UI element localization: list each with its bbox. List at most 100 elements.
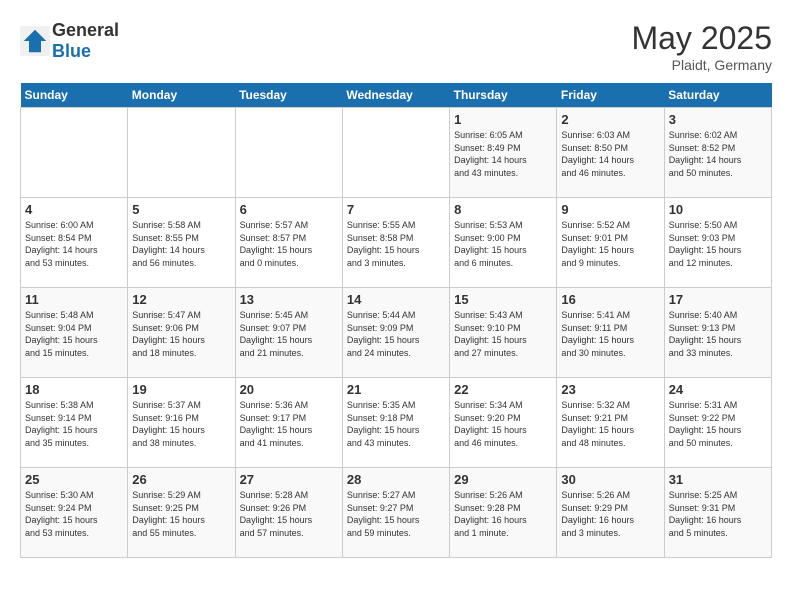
logo: General Blue (20, 20, 119, 62)
day-number: 7 (347, 202, 445, 217)
logo-icon (20, 26, 50, 56)
calendar-cell: 6 Sunrise: 5:57 AM Sunset: 8:57 PM Daylig… (235, 198, 342, 288)
calendar-cell: 24 Sunrise: 5:31 AM Sunset: 9:22 PM Dayli… (664, 378, 771, 468)
day-number: 25 (25, 472, 123, 487)
calendar-cell: 10 Sunrise: 5:50 AM Sunset: 9:03 PM Dayli… (664, 198, 771, 288)
calendar-table: SundayMondayTuesdayWednesdayThursdayFrid… (20, 83, 772, 558)
day-info: Sunrise: 5:26 AM Sunset: 9:28 PM Dayligh… (454, 489, 552, 539)
calendar-cell: 7 Sunrise: 5:55 AM Sunset: 8:58 PM Daylig… (342, 198, 449, 288)
day-header-saturday: Saturday (664, 83, 771, 108)
day-info: Sunrise: 5:45 AM Sunset: 9:07 PM Dayligh… (240, 309, 338, 359)
calendar-header-row: SundayMondayTuesdayWednesdayThursdayFrid… (21, 83, 772, 108)
day-info: Sunrise: 5:57 AM Sunset: 8:57 PM Dayligh… (240, 219, 338, 269)
day-info: Sunrise: 6:03 AM Sunset: 8:50 PM Dayligh… (561, 129, 659, 179)
calendar-cell: 21 Sunrise: 5:35 AM Sunset: 9:18 PM Dayli… (342, 378, 449, 468)
day-number: 8 (454, 202, 552, 217)
day-header-monday: Monday (128, 83, 235, 108)
calendar-cell: 12 Sunrise: 5:47 AM Sunset: 9:06 PM Dayli… (128, 288, 235, 378)
calendar-cell: 16Sunrise: 5:41 AM Sunset: 9:11 PM Dayli… (557, 288, 664, 378)
calendar-cell: 1Sunrise: 6:05 AM Sunset: 8:49 PM Daylig… (450, 108, 557, 198)
title-block: May 2025 Plaidt, Germany (631, 20, 772, 73)
day-number: 30 (561, 472, 659, 487)
day-info: Sunrise: 5:47 AM Sunset: 9:06 PM Dayligh… (132, 309, 230, 359)
day-info: Sunrise: 5:52 AM Sunset: 9:01 PM Dayligh… (561, 219, 659, 269)
day-number: 4 (25, 202, 123, 217)
calendar-cell: 20 Sunrise: 5:36 AM Sunset: 9:17 PM Dayli… (235, 378, 342, 468)
day-number: 23 (561, 382, 659, 397)
day-info: Sunrise: 5:32 AM Sunset: 9:21 PM Dayligh… (561, 399, 659, 449)
day-info: Sunrise: 5:50 AM Sunset: 9:03 PM Dayligh… (669, 219, 767, 269)
day-number: 12 (132, 292, 230, 307)
calendar-cell: 28 Sunrise: 5:27 AM Sunset: 9:27 PM Dayli… (342, 468, 449, 558)
calendar-cell: 5Sunrise: 5:58 AM Sunset: 8:55 PM Daylig… (128, 198, 235, 288)
day-info: Sunrise: 5:34 AM Sunset: 9:20 PM Dayligh… (454, 399, 552, 449)
day-number: 27 (240, 472, 338, 487)
calendar-cell: 15Sunrise: 5:43 AM Sunset: 9:10 PM Dayli… (450, 288, 557, 378)
calendar-cell: 11 Sunrise: 5:48 AM Sunset: 9:04 PM Dayli… (21, 288, 128, 378)
day-info: Sunrise: 6:05 AM Sunset: 8:49 PM Dayligh… (454, 129, 552, 179)
day-number: 29 (454, 472, 552, 487)
calendar-week-3: 11 Sunrise: 5:48 AM Sunset: 9:04 PM Dayli… (21, 288, 772, 378)
day-info: Sunrise: 5:55 AM Sunset: 8:58 PM Dayligh… (347, 219, 445, 269)
calendar-week-4: 18Sunrise: 5:38 AM Sunset: 9:14 PM Dayli… (21, 378, 772, 468)
day-number: 17 (669, 292, 767, 307)
day-header-friday: Friday (557, 83, 664, 108)
day-info: Sunrise: 5:31 AM Sunset: 9:22 PM Dayligh… (669, 399, 767, 449)
day-info: Sunrise: 5:28 AM Sunset: 9:26 PM Dayligh… (240, 489, 338, 539)
day-number: 13 (240, 292, 338, 307)
calendar-week-5: 25 Sunrise: 5:30 AM Sunset: 9:24 PM Dayli… (21, 468, 772, 558)
calendar-cell: 30 Sunrise: 5:26 AM Sunset: 9:29 PM Dayli… (557, 468, 664, 558)
day-info: Sunrise: 5:40 AM Sunset: 9:13 PM Dayligh… (669, 309, 767, 359)
day-info: Sunrise: 6:00 AM Sunset: 8:54 PM Dayligh… (25, 219, 123, 269)
calendar-week-2: 4 Sunrise: 6:00 AM Sunset: 8:54 PM Daylig… (21, 198, 772, 288)
day-number: 3 (669, 112, 767, 127)
day-info: Sunrise: 5:30 AM Sunset: 9:24 PM Dayligh… (25, 489, 123, 539)
day-header-thursday: Thursday (450, 83, 557, 108)
calendar-cell (342, 108, 449, 198)
calendar-cell: 3 Sunrise: 6:02 AM Sunset: 8:52 PM Daylig… (664, 108, 771, 198)
day-number: 24 (669, 382, 767, 397)
logo-text-blue: Blue (52, 41, 91, 61)
day-number: 21 (347, 382, 445, 397)
page-header: General Blue May 2025 Plaidt, Germany (20, 20, 772, 73)
day-info: Sunrise: 5:48 AM Sunset: 9:04 PM Dayligh… (25, 309, 123, 359)
calendar-cell (128, 108, 235, 198)
day-info: Sunrise: 5:27 AM Sunset: 9:27 PM Dayligh… (347, 489, 445, 539)
calendar-cell: 14Sunrise: 5:44 AM Sunset: 9:09 PM Dayli… (342, 288, 449, 378)
day-info: Sunrise: 5:37 AM Sunset: 9:16 PM Dayligh… (132, 399, 230, 449)
day-number: 26 (132, 472, 230, 487)
day-info: Sunrise: 5:36 AM Sunset: 9:17 PM Dayligh… (240, 399, 338, 449)
day-number: 19 (132, 382, 230, 397)
day-info: Sunrise: 5:41 AM Sunset: 9:11 PM Dayligh… (561, 309, 659, 359)
day-number: 14 (347, 292, 445, 307)
calendar-cell: 17 Sunrise: 5:40 AM Sunset: 9:13 PM Dayli… (664, 288, 771, 378)
logo-text-general: General (52, 20, 119, 40)
day-number: 11 (25, 292, 123, 307)
day-info: Sunrise: 5:35 AM Sunset: 9:18 PM Dayligh… (347, 399, 445, 449)
calendar-cell: 31 Sunrise: 5:25 AM Sunset: 9:31 PM Dayli… (664, 468, 771, 558)
day-header-wednesday: Wednesday (342, 83, 449, 108)
day-number: 9 (561, 202, 659, 217)
day-info: Sunrise: 5:53 AM Sunset: 9:00 PM Dayligh… (454, 219, 552, 269)
calendar-cell: 23 Sunrise: 5:32 AM Sunset: 9:21 PM Dayli… (557, 378, 664, 468)
calendar-cell: 2Sunrise: 6:03 AM Sunset: 8:50 PM Daylig… (557, 108, 664, 198)
day-number: 28 (347, 472, 445, 487)
calendar-cell: 22 Sunrise: 5:34 AM Sunset: 9:20 PM Dayli… (450, 378, 557, 468)
day-number: 22 (454, 382, 552, 397)
calendar-cell: 13 Sunrise: 5:45 AM Sunset: 9:07 PM Dayli… (235, 288, 342, 378)
day-info: Sunrise: 5:26 AM Sunset: 9:29 PM Dayligh… (561, 489, 659, 539)
day-number: 6 (240, 202, 338, 217)
calendar-cell: 25 Sunrise: 5:30 AM Sunset: 9:24 PM Dayli… (21, 468, 128, 558)
calendar-cell (21, 108, 128, 198)
calendar-cell: 4 Sunrise: 6:00 AM Sunset: 8:54 PM Daylig… (21, 198, 128, 288)
location: Plaidt, Germany (631, 57, 772, 73)
day-number: 20 (240, 382, 338, 397)
calendar-cell: 19 Sunrise: 5:37 AM Sunset: 9:16 PM Dayli… (128, 378, 235, 468)
day-info: Sunrise: 5:38 AM Sunset: 9:14 PM Dayligh… (25, 399, 123, 449)
day-info: Sunrise: 5:25 AM Sunset: 9:31 PM Dayligh… (669, 489, 767, 539)
day-number: 31 (669, 472, 767, 487)
day-number: 10 (669, 202, 767, 217)
calendar-cell: 9 Sunrise: 5:52 AM Sunset: 9:01 PM Daylig… (557, 198, 664, 288)
month-year: May 2025 (631, 20, 772, 57)
day-info: Sunrise: 6:02 AM Sunset: 8:52 PM Dayligh… (669, 129, 767, 179)
